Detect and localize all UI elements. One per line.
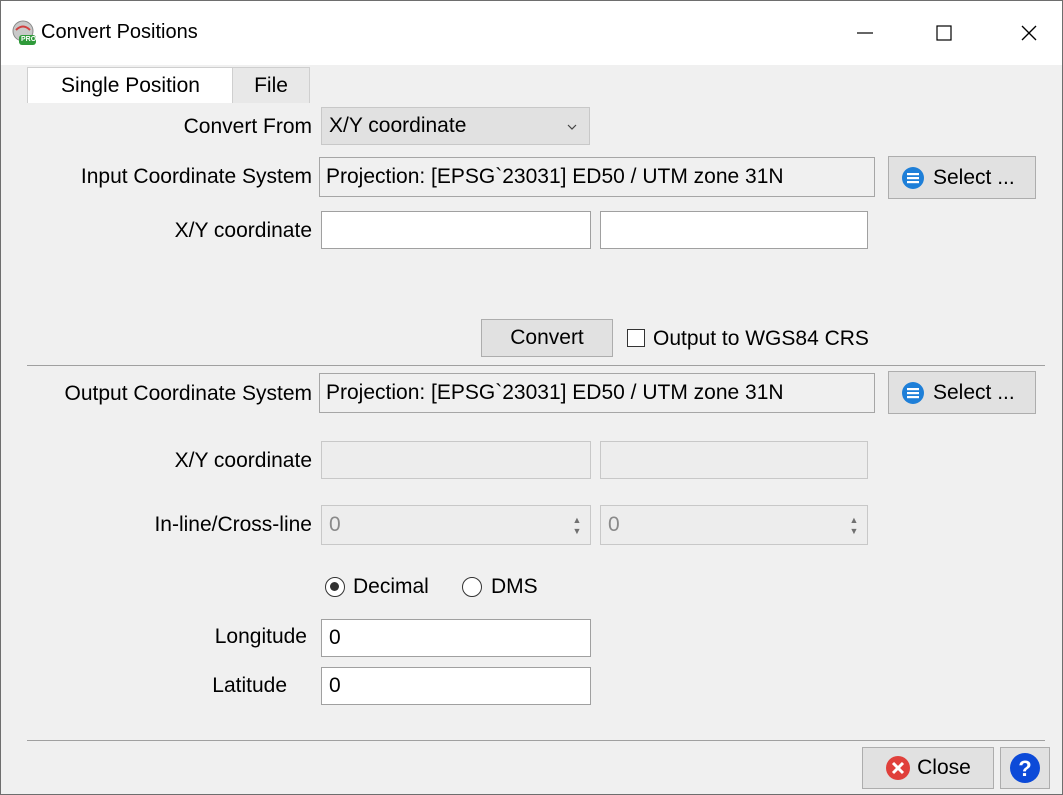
convert-from-value: X/Y coordinate bbox=[329, 114, 467, 137]
input-crs-label: Input Coordinate System bbox=[80, 165, 312, 188]
svg-text:?: ? bbox=[1018, 756, 1031, 781]
input-crs-field: Projection: [EPSG`23031] ED50 / UTM zone… bbox=[319, 157, 875, 197]
latitude-label: Latitude bbox=[212, 674, 287, 697]
input-crs-value: Projection: [EPSG`23031] ED50 / UTM zone… bbox=[326, 165, 784, 188]
tab-file[interactable]: File bbox=[232, 67, 310, 105]
close-circle-icon bbox=[886, 756, 911, 780]
inline-spinner: 0 ▲ ▼ bbox=[321, 505, 591, 545]
list-icon bbox=[902, 166, 924, 189]
spinner-arrows-icon: ▲ ▼ bbox=[849, 515, 859, 536]
close-label: Close bbox=[917, 756, 971, 779]
chevron-down-icon bbox=[567, 124, 577, 130]
output-crs-label: Output Coordinate System bbox=[64, 382, 312, 405]
close-icon bbox=[1021, 25, 1037, 41]
list-icon bbox=[902, 381, 924, 404]
longitude-field[interactable]: 0 bbox=[321, 619, 591, 657]
pro-badge: PRO bbox=[21, 36, 37, 43]
dms-label: DMS bbox=[491, 575, 538, 598]
output-x-field bbox=[321, 441, 591, 479]
inline-crossline-label: In-line/Cross-line bbox=[154, 513, 312, 536]
single-position-panel: Convert From X/Y coordinate Input Coordi… bbox=[1, 103, 1062, 794]
crossline-spinner: 0 ▲ ▼ bbox=[600, 505, 868, 545]
spinner-arrows-icon: ▲ ▼ bbox=[572, 515, 582, 536]
tab-single-position[interactable]: Single Position bbox=[27, 67, 234, 104]
window-close-button[interactable] bbox=[999, 1, 1059, 65]
latitude-field[interactable]: 0 bbox=[321, 667, 591, 705]
output-y-field bbox=[600, 441, 868, 479]
longitude-value: 0 bbox=[329, 626, 341, 649]
select-label: Select ... bbox=[933, 380, 1015, 404]
crossline-value: 0 bbox=[608, 513, 620, 536]
input-xy-label: X/Y coordinate bbox=[174, 219, 312, 242]
output-crs-select-button[interactable]: Select ... bbox=[888, 371, 1036, 414]
input-y-field[interactable] bbox=[600, 211, 868, 249]
convert-positions-window: PRO Convert Positions Single Position Fi… bbox=[0, 0, 1063, 795]
close-button[interactable]: Close bbox=[862, 747, 994, 789]
title-bar: PRO Convert Positions bbox=[1, 1, 1062, 65]
convert-from-select[interactable]: X/Y coordinate bbox=[321, 107, 590, 145]
help-icon: ? bbox=[1010, 753, 1040, 783]
convert-from-label: Convert From bbox=[183, 115, 312, 138]
wgs84-checkbox[interactable] bbox=[627, 329, 645, 347]
latitude-value: 0 bbox=[329, 674, 341, 697]
select-label: Select ... bbox=[933, 165, 1015, 189]
tab-label: File bbox=[254, 74, 288, 97]
convert-button[interactable]: Convert bbox=[481, 319, 613, 357]
minimize-button[interactable] bbox=[835, 1, 895, 65]
input-x-field[interactable] bbox=[321, 211, 591, 249]
convert-label: Convert bbox=[510, 326, 584, 349]
minimize-icon bbox=[857, 32, 873, 34]
footer-separator bbox=[27, 740, 1045, 741]
window-title: Convert Positions bbox=[41, 21, 198, 43]
longitude-label: Longitude bbox=[214, 625, 307, 648]
decimal-radio[interactable] bbox=[325, 577, 345, 597]
dms-radio[interactable] bbox=[462, 577, 482, 597]
tab-label: Single Position bbox=[61, 74, 200, 97]
wgs84-label: Output to WGS84 CRS bbox=[653, 327, 869, 350]
help-button[interactable]: ? bbox=[1000, 747, 1050, 789]
inline-value: 0 bbox=[329, 513, 341, 536]
app-icon: PRO bbox=[11, 20, 37, 46]
input-crs-select-button[interactable]: Select ... bbox=[888, 156, 1036, 199]
output-xy-label: X/Y coordinate bbox=[174, 449, 312, 472]
decimal-label: Decimal bbox=[353, 575, 429, 598]
output-crs-field: Projection: [EPSG`23031] ED50 / UTM zone… bbox=[319, 373, 875, 413]
maximize-icon bbox=[936, 25, 952, 41]
output-crs-value: Projection: [EPSG`23031] ED50 / UTM zone… bbox=[326, 381, 784, 404]
separator bbox=[27, 365, 1045, 366]
maximize-button[interactable] bbox=[914, 1, 974, 65]
